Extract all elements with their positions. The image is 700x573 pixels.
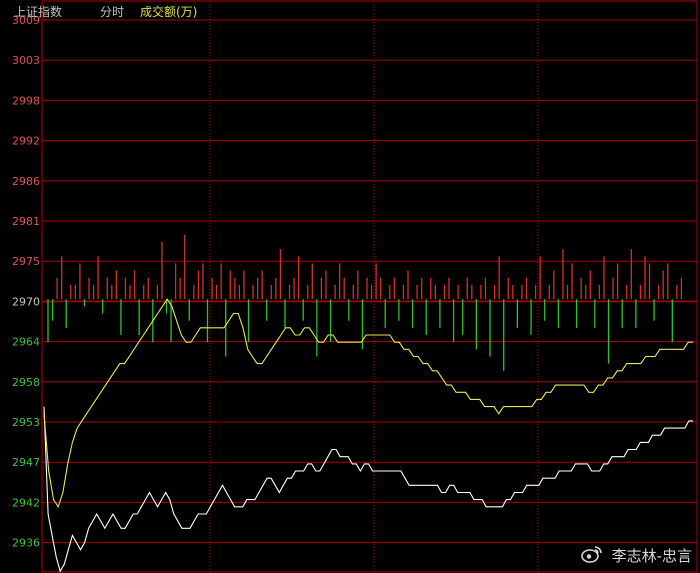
y-tick-label: 2953 (12, 416, 40, 429)
index-name-label: 上证指数 (14, 5, 63, 19)
weibo-icon (580, 545, 603, 567)
y-tick-label: 2964 (12, 336, 40, 349)
y-tick-label: 2992 (12, 135, 40, 148)
y-tick-label: 2947 (12, 456, 40, 469)
y-tick-label: 2958 (12, 376, 40, 389)
watermark: 李志林-忠言 (580, 545, 692, 568)
volume-label: 成交额(万) (140, 5, 198, 19)
intraday-chart[interactable]: 3009300329982992298629812975297029642958… (0, 0, 700, 573)
mode-label: 分时 (100, 5, 125, 19)
y-tick-label: 2942 (12, 496, 40, 509)
y-tick-label: 2970 (12, 295, 40, 308)
y-tick-label: 3003 (12, 54, 40, 67)
y-tick-label: 2981 (12, 215, 40, 228)
y-axis-ticks: 3009300329982992298629812975297029642958… (12, 14, 40, 550)
y-tick-label: 2975 (12, 255, 40, 268)
watermark-text: 李志林-忠言 (611, 546, 692, 565)
average-line (43, 298, 693, 509)
intraday-chart-window: 3009 3003 2998 2992 2986 2981 2975 2970 2964 2958… (0, 0, 700, 573)
y-tick-label: 2998 (12, 94, 40, 107)
price-lines (43, 298, 693, 573)
y-tick-label: 2936 (12, 537, 40, 550)
volume-bars (47, 234, 683, 371)
y-tick-label: 2986 (12, 175, 40, 188)
